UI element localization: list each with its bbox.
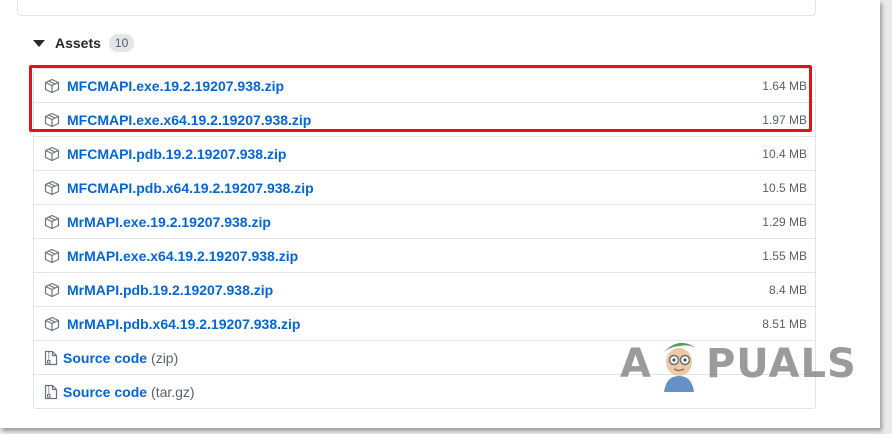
- package-icon: [44, 214, 60, 229]
- assets-count-badge: 10: [108, 34, 135, 52]
- package-icon: [44, 282, 60, 297]
- triangle-down-icon: [33, 39, 45, 47]
- file-zip-icon: [44, 350, 58, 365]
- asset-row: MFCMAPI.pdb.19.2.19207.938.zip 10.4 MB: [34, 136, 815, 170]
- asset-size: 1.29 MB: [762, 214, 807, 229]
- package-icon: [44, 112, 60, 127]
- package-icon: [44, 316, 60, 331]
- mascot-icon: [663, 342, 696, 392]
- asset-size: 1.64 MB: [762, 78, 807, 93]
- source-code-targz-link[interactable]: Source code: [63, 384, 147, 400]
- appuals-watermark: A PUALS: [620, 334, 857, 394]
- asset-link[interactable]: MFCMAPI.pdb.19.2.19207.938.zip: [67, 146, 286, 162]
- asset-row: MFCMAPI.exe.19.2.19207.938.zip 1.64 MB: [34, 69, 815, 102]
- asset-link[interactable]: MFCMAPI.pdb.x64.19.2.19207.938.zip: [67, 180, 314, 196]
- asset-link[interactable]: MrMAPI.exe.19.2.19207.938.zip: [67, 214, 271, 230]
- asset-size: 10.4 MB: [762, 146, 807, 161]
- asset-link[interactable]: MrMAPI.exe.x64.19.2.19207.938.zip: [67, 248, 298, 264]
- package-icon: [44, 180, 60, 195]
- package-icon: [44, 248, 60, 263]
- asset-size: 1.97 MB: [762, 112, 807, 127]
- asset-size: 8.51 MB: [762, 316, 807, 331]
- watermark-left: A: [620, 341, 652, 387]
- asset-size: 8.4 MB: [768, 282, 807, 297]
- file-zip-icon: [44, 384, 58, 399]
- asset-row: MFCMAPI.exe.x64.19.2.19207.938.zip 1.97 …: [34, 102, 815, 136]
- asset-row: MrMAPI.exe.x64.19.2.19207.938.zip 1.55 M…: [34, 238, 815, 272]
- asset-link[interactable]: MFCMAPI.exe.19.2.19207.938.zip: [67, 78, 284, 94]
- source-code-zip-link[interactable]: Source code: [63, 350, 147, 366]
- assets-title: Assets: [55, 35, 101, 51]
- asset-size: 10.5 MB: [762, 180, 807, 195]
- package-icon: [44, 146, 60, 161]
- release-page: Assets 10 MFCMAPI.exe.19.2.19207.938.zip…: [0, 0, 880, 428]
- assets-toggle[interactable]: Assets 10: [33, 33, 135, 53]
- watermark-right: PUALS: [705, 341, 857, 387]
- source-code-targz-ext: (tar.gz): [151, 383, 195, 400]
- asset-link[interactable]: MrMAPI.pdb.19.2.19207.938.zip: [67, 282, 273, 298]
- release-notes-box-bottom: [17, 0, 816, 16]
- asset-link[interactable]: MFCMAPI.exe.x64.19.2.19207.938.zip: [67, 112, 311, 128]
- asset-row: MFCMAPI.pdb.x64.19.2.19207.938.zip 10.5 …: [34, 170, 815, 204]
- asset-link[interactable]: MrMAPI.pdb.x64.19.2.19207.938.zip: [67, 316, 300, 332]
- asset-row: MrMAPI.pdb.19.2.19207.938.zip 8.4 MB: [34, 272, 815, 306]
- asset-size: 1.55 MB: [762, 248, 807, 263]
- package-icon: [44, 78, 60, 93]
- source-code-zip-ext: (zip): [151, 349, 179, 366]
- asset-row: MrMAPI.exe.19.2.19207.938.zip 1.29 MB: [34, 204, 815, 238]
